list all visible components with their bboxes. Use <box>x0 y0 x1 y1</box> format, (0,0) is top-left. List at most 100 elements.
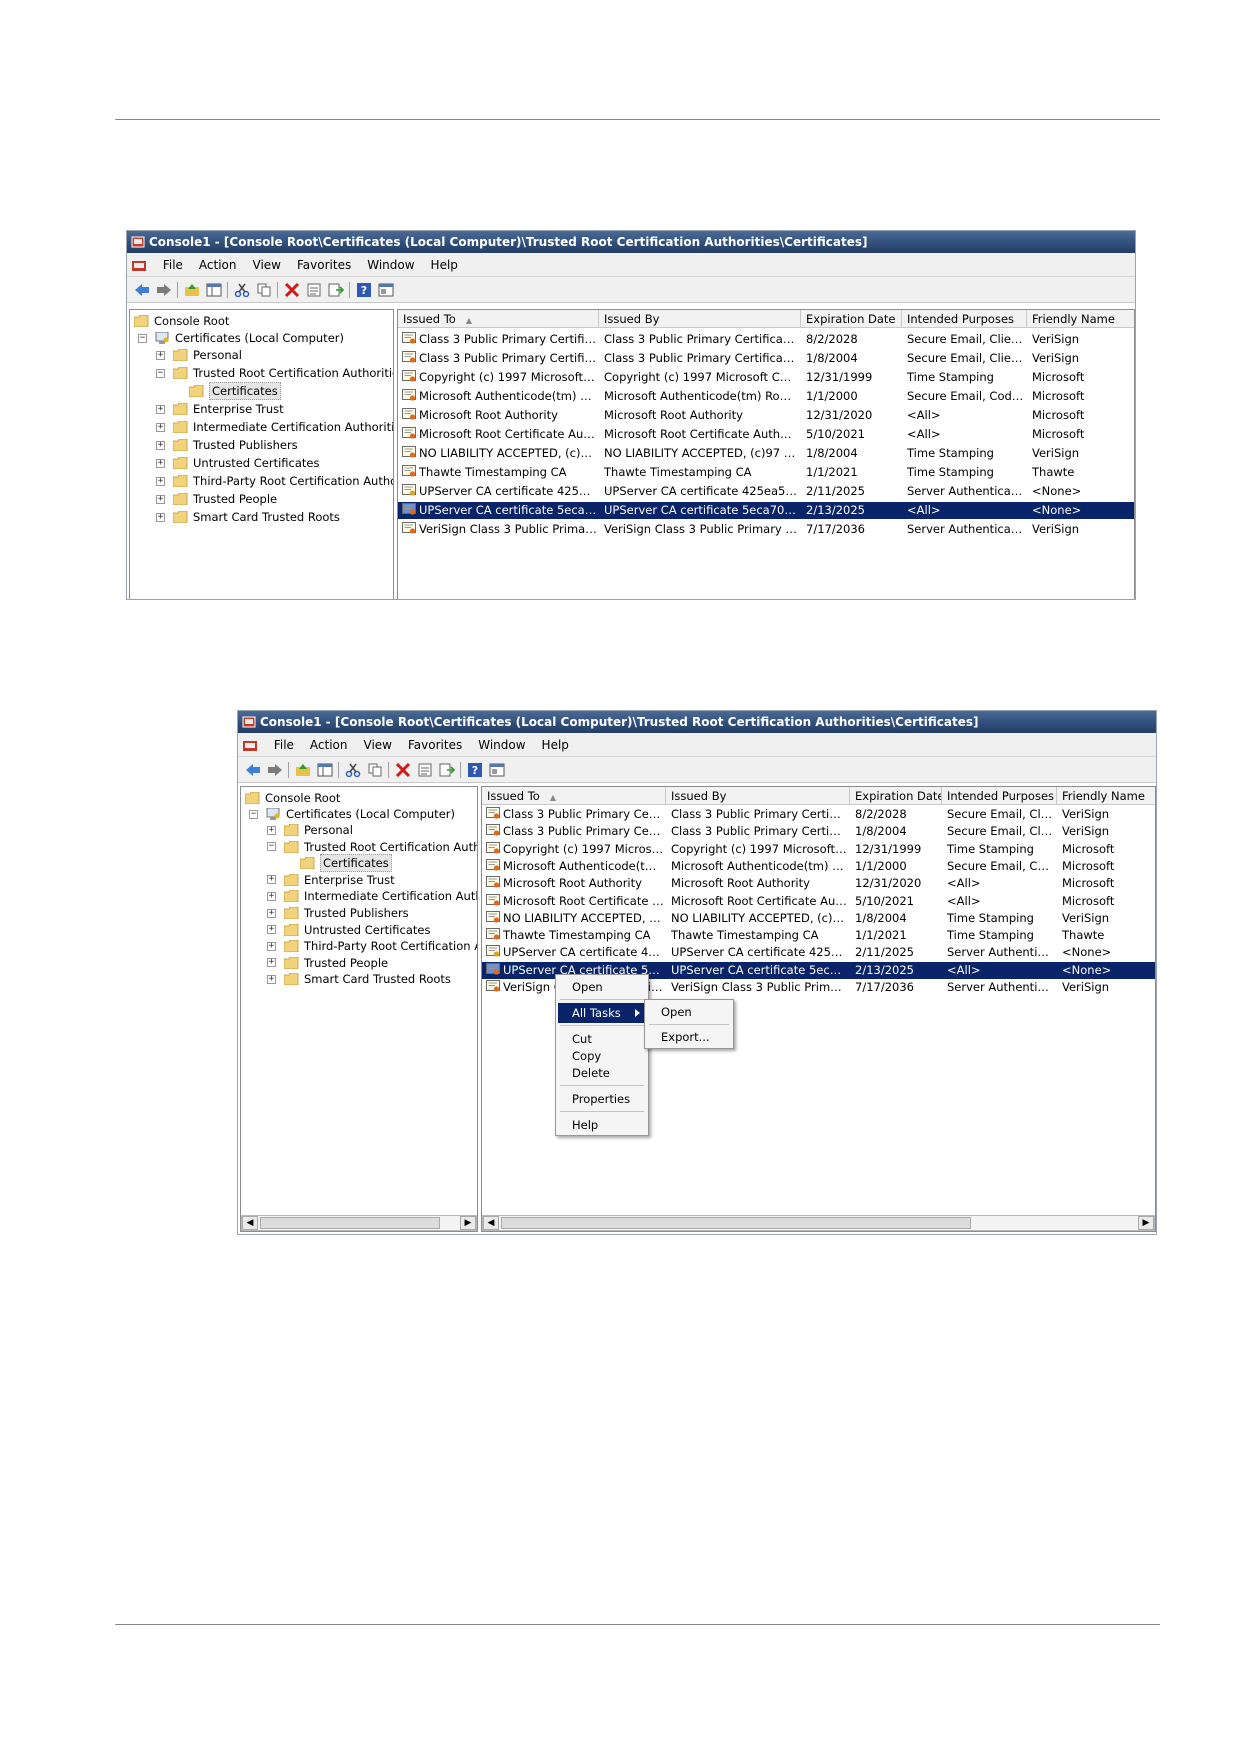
tree-item[interactable]: Certificates <box>188 382 281 400</box>
expand-icon[interactable]: + <box>156 494 165 504</box>
cut-icon[interactable] <box>344 761 362 779</box>
tree-item[interactable]: + Intermediate Certification Authorities <box>267 888 477 904</box>
table-row[interactable]: UPServer CA certificate 425ea565-8 UPServ… <box>398 483 1134 500</box>
column-issued-to[interactable]: Issued To ▲ <box>482 787 666 805</box>
scroll-thumb[interactable] <box>501 1217 971 1229</box>
forward-icon[interactable] <box>266 761 284 779</box>
export-icon[interactable] <box>327 281 345 299</box>
scroll-left-icon[interactable]: ◀ <box>483 1216 499 1230</box>
collapse-icon[interactable]: − <box>267 842 276 852</box>
table-row[interactable]: NO LIABILITY ACCEPTED, (c)97 VeriSign, I… <box>398 445 1134 462</box>
expand-icon[interactable]: + <box>267 958 276 968</box>
submenu-open[interactable]: Open <box>647 1002 731 1022</box>
tree-item[interactable]: − Trusted Root Certification Authorities <box>156 365 393 381</box>
expand-icon[interactable]: + <box>267 908 276 918</box>
expand-icon[interactable]: + <box>267 825 276 835</box>
table-row[interactable]: Microsoft Authenticode(tm) Root Authorit… <box>398 388 1134 405</box>
expand-icon[interactable]: + <box>267 974 276 984</box>
tree-item[interactable]: + Trusted Publishers <box>156 437 298 453</box>
table-row[interactable]: Copyright (c) 1997 Microsoft Corp. Copyri… <box>398 369 1134 386</box>
tree-item[interactable]: + Untrusted Certificates <box>156 455 320 471</box>
tree-item[interactable]: + Personal <box>156 347 242 363</box>
table-row[interactable]: UPServer CA certificate 425ea565-8 UPServ… <box>482 944 1155 961</box>
expand-icon[interactable]: + <box>156 476 165 486</box>
tree-console-root[interactable]: Console Root <box>244 790 340 806</box>
tree-item[interactable]: Certificates <box>299 854 392 873</box>
menu-window[interactable]: Window <box>359 253 422 277</box>
console-menu-icon[interactable] <box>242 738 258 754</box>
table-row[interactable]: UPServer CA certificate 5eca70f9-6 UPServ… <box>398 502 1134 519</box>
properties-icon[interactable] <box>416 761 434 779</box>
menu-view[interactable]: View <box>245 253 289 277</box>
up-folder-icon[interactable] <box>294 761 312 779</box>
tree-item[interactable]: + Third-Party Root Certification Authorit… <box>156 473 393 489</box>
tree-certificates-local[interactable]: − Certificates (Local Computer) <box>138 330 344 346</box>
back-icon[interactable] <box>133 281 151 299</box>
table-row[interactable]: Class 3 Public Primary Certification Aut… <box>398 331 1134 348</box>
help-icon[interactable]: ? <box>355 281 373 299</box>
expand-icon[interactable]: + <box>267 875 276 885</box>
column-intended-purposes[interactable]: Intended Purposes <box>902 310 1027 328</box>
expand-icon[interactable]: + <box>156 440 165 450</box>
table-row[interactable]: Microsoft Root Certificate Authority Micr… <box>482 893 1155 910</box>
column-expiration-date[interactable]: Expiration Date <box>801 310 902 328</box>
table-row[interactable]: Class 3 Public Primary Certification Aut… <box>482 806 1155 823</box>
tree-item[interactable]: + Smart Card Trusted Roots <box>156 509 340 525</box>
expand-icon[interactable]: + <box>267 941 276 951</box>
context-delete[interactable]: Delete <box>558 1063 646 1083</box>
menu-help[interactable]: Help <box>423 253 466 277</box>
table-row[interactable]: Microsoft Authenticode(tm) Root Authorit… <box>482 858 1155 875</box>
menu-view[interactable]: View <box>356 733 400 757</box>
table-row[interactable]: Microsoft Root Authority Microsoft Root A… <box>482 875 1155 892</box>
collapse-icon[interactable]: − <box>138 333 147 343</box>
table-row[interactable]: Class 3 Public Primary Certification Aut… <box>398 350 1134 367</box>
menu-file[interactable]: File <box>266 733 302 757</box>
column-intended-purposes[interactable]: Intended Purposes <box>942 787 1057 805</box>
tree-item[interactable]: + Intermediate Certification Authorities <box>156 419 393 435</box>
tree-certificates-local[interactable]: − Certificates (Local Computer) <box>249 806 455 822</box>
expand-icon[interactable]: + <box>156 350 165 360</box>
submenu-export[interactable]: Export... <box>647 1027 731 1047</box>
copy-icon[interactable] <box>255 281 273 299</box>
delete-icon[interactable] <box>394 761 412 779</box>
column-issued-by[interactable]: Issued By <box>666 787 850 805</box>
tree-item[interactable]: + Trusted People <box>267 955 388 971</box>
table-row[interactable]: VeriSign Class 3 Public Primary Certific… <box>398 521 1134 538</box>
help-icon[interactable]: ? <box>466 761 484 779</box>
copy-icon[interactable] <box>366 761 384 779</box>
menu-help[interactable]: Help <box>534 733 577 757</box>
expand-icon[interactable]: + <box>156 422 165 432</box>
expand-icon[interactable]: + <box>156 512 165 522</box>
table-row[interactable]: Class 3 Public Primary Certification Aut… <box>482 823 1155 840</box>
menu-favorites[interactable]: Favorites <box>400 733 470 757</box>
menu-file[interactable]: File <box>155 253 191 277</box>
column-friendly-name[interactable]: Friendly Name <box>1057 787 1155 805</box>
tree-console-root[interactable]: Console Root <box>133 313 229 329</box>
menu-action[interactable]: Action <box>302 733 356 757</box>
show-hide-tree-icon[interactable] <box>316 761 334 779</box>
console-menu-icon[interactable] <box>131 258 147 274</box>
tree-item[interactable]: + Trusted People <box>156 491 277 507</box>
column-issued-to[interactable]: Issued To ▲ <box>398 310 599 328</box>
menu-favorites[interactable]: Favorites <box>289 253 359 277</box>
tree-item[interactable]: + Third-Party Root Certification Authorit… <box>267 938 477 954</box>
show-hide-tree-icon[interactable] <box>205 281 223 299</box>
column-friendly-name[interactable]: Friendly Name <box>1027 310 1134 328</box>
scroll-thumb[interactable] <box>260 1217 440 1229</box>
cut-icon[interactable] <box>233 281 251 299</box>
tree-item[interactable]: + Enterprise Trust <box>267 872 395 888</box>
collapse-icon[interactable]: − <box>156 368 165 378</box>
context-open[interactable]: Open <box>558 977 646 997</box>
expand-icon[interactable]: + <box>156 404 165 414</box>
list-horizontal-scrollbar[interactable]: ◀ ▶ <box>482 1215 1155 1231</box>
delete-icon[interactable] <box>283 281 301 299</box>
export-icon[interactable] <box>438 761 456 779</box>
column-expiration-date[interactable]: Expiration Date <box>850 787 942 805</box>
column-issued-by[interactable]: Issued By <box>599 310 801 328</box>
tree-item[interactable]: − Trusted Root Certification Authorities <box>267 839 477 855</box>
forward-icon[interactable] <box>155 281 173 299</box>
properties-icon[interactable] <box>305 281 323 299</box>
tree-item[interactable]: + Enterprise Trust <box>156 401 284 417</box>
back-icon[interactable] <box>244 761 262 779</box>
table-row[interactable]: Thawte Timestamping CA Thawte Timestampin… <box>398 464 1134 481</box>
